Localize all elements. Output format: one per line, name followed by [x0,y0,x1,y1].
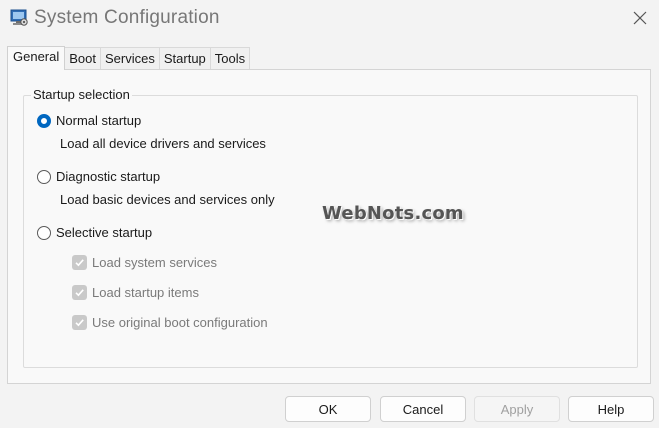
load-system-services-label: Load system services [92,255,217,270]
close-button[interactable] [624,4,656,32]
group-label: Startup selection [31,87,132,102]
selective-startup-label: Selective startup [56,225,153,240]
close-icon [633,11,647,25]
cancel-button[interactable]: Cancel [380,396,466,422]
checkmark-icon [72,255,87,270]
load-system-services-checkbox[interactable]: Load system services [72,255,217,270]
selective-startup-radio[interactable]: Selective startup [37,225,152,240]
radio-empty-icon [37,225,51,240]
tab-general[interactable]: General [7,46,66,70]
radio-selected-icon [37,113,51,128]
checkmark-icon [72,315,87,330]
diagnostic-startup-description: Load basic devices and services only [60,192,275,207]
radio-empty-icon [37,169,51,184]
load-startup-items-label: Load startup items [92,285,199,300]
use-original-boot-config-checkbox[interactable]: Use original boot configuration [72,315,268,330]
tab-tools[interactable]: Tools [210,47,251,69]
checkmark-icon [72,285,87,300]
apply-button[interactable]: Apply [474,396,560,422]
watermark-logo: WebNots.com [322,203,464,224]
help-button[interactable]: Help [568,396,654,422]
general-tab-panel: Startup selection Normal startup Load al… [7,69,651,384]
normal-startup-label: Normal startup [56,113,142,128]
diagnostic-startup-radio[interactable]: Diagnostic startup [37,169,160,184]
title-bar: System Configuration [0,0,659,38]
load-startup-items-checkbox[interactable]: Load startup items [72,285,199,300]
diagnostic-startup-label: Diagnostic startup [56,169,161,184]
use-original-boot-config-label: Use original boot configuration [92,315,268,330]
window-title: System Configuration [34,7,220,28]
normal-startup-radio[interactable]: Normal startup [37,113,141,128]
tab-services[interactable]: Services [101,47,160,69]
tab-strip: General Boot Services Startup Tools [7,46,251,70]
ok-button[interactable]: OK [285,396,371,422]
startup-selection-group: Startup selection Normal startup Load al… [23,87,638,368]
normal-startup-description: Load all device drivers and services [60,136,266,151]
tab-boot[interactable]: Boot [65,47,101,69]
tab-startup[interactable]: Startup [159,47,211,69]
system-configuration-icon [9,8,29,28]
